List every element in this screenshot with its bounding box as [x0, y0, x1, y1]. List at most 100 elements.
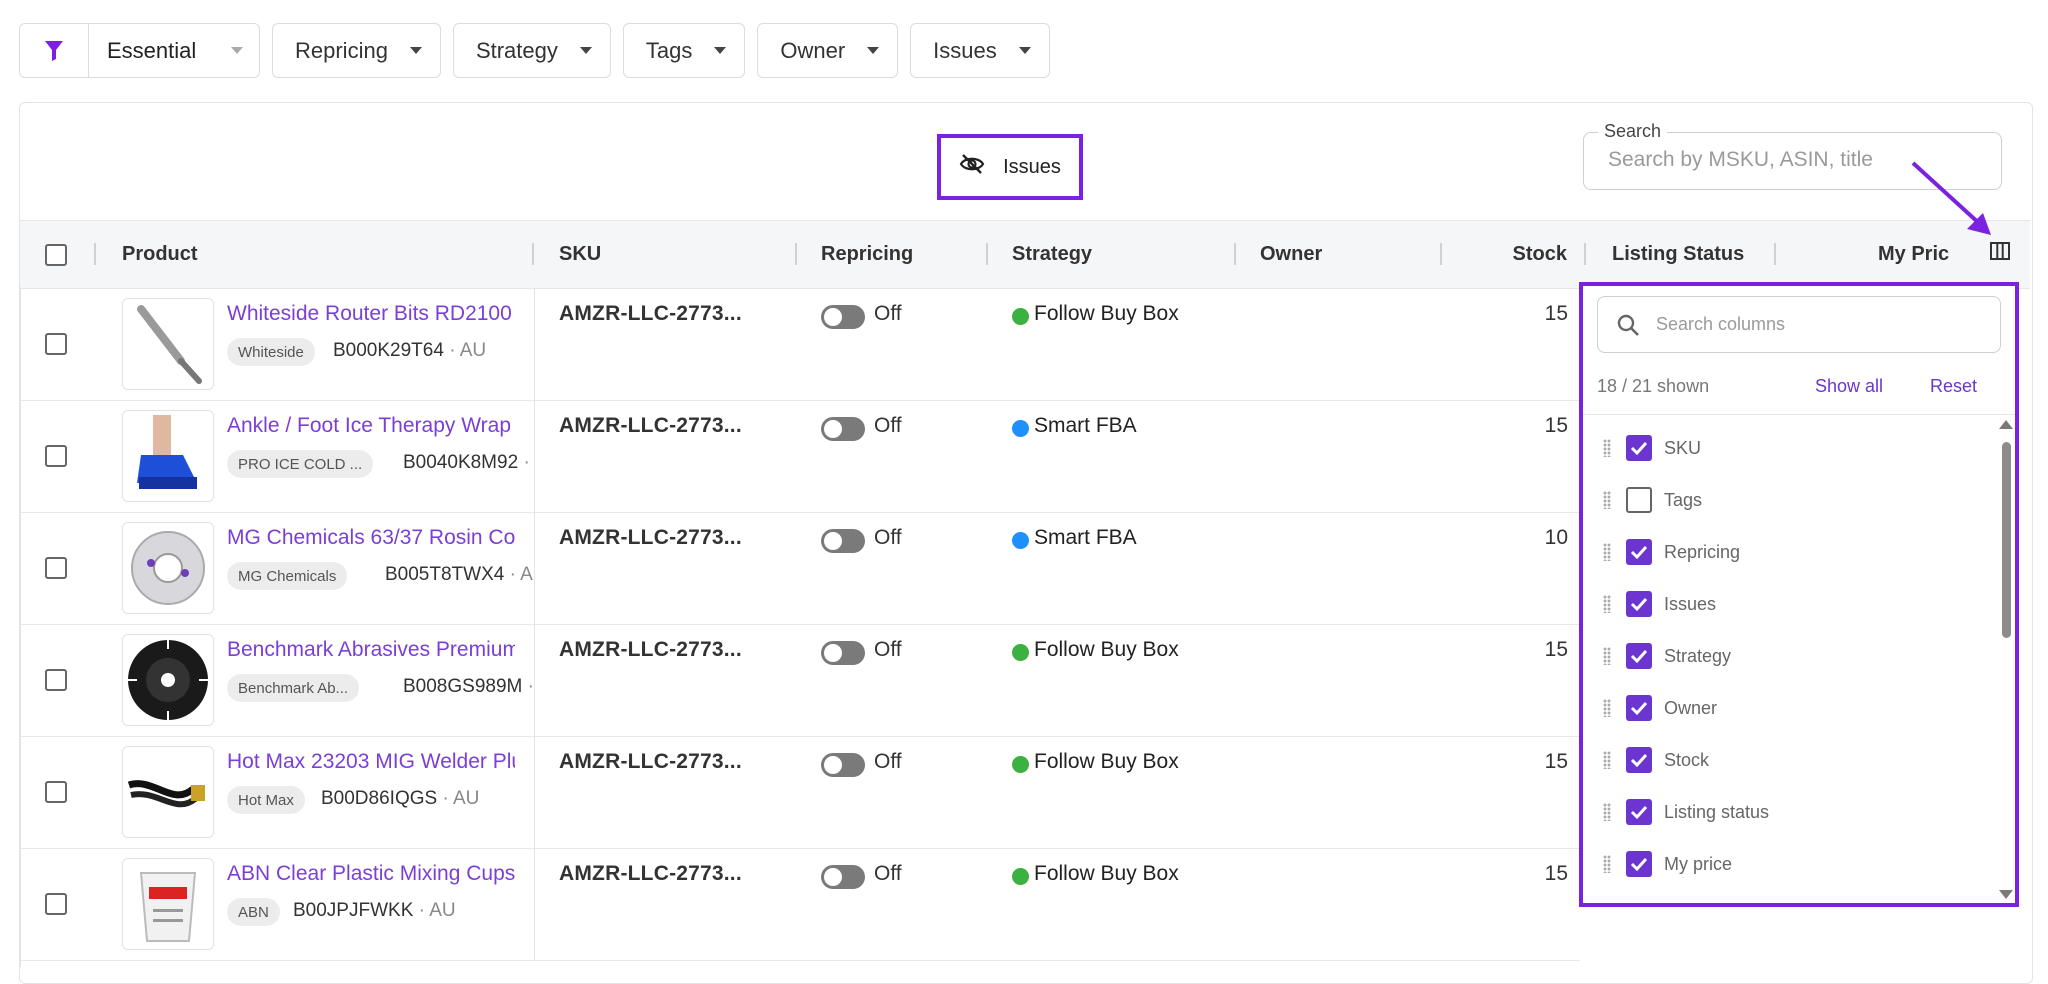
column-option-listing-status[interactable]: Listing status — [1583, 786, 1983, 838]
column-checkbox[interactable] — [1626, 747, 1652, 773]
filter-icon[interactable] — [20, 24, 89, 77]
column-checkbox[interactable] — [1626, 695, 1652, 721]
product-title-link[interactable]: ABN Clear Plastic Mixing Cups — [227, 862, 515, 886]
columns-icon[interactable] — [1990, 242, 2010, 265]
repricing-toggle[interactable] — [821, 417, 865, 441]
table-row[interactable]: Benchmark Abrasives Premium Benchmark Ab… — [20, 624, 1580, 737]
table-row[interactable]: Whiteside Router Bits RD2100 Whiteside B… — [20, 288, 1580, 401]
asin-text: B00D86IQGS · AU — [321, 788, 479, 810]
product-title-link[interactable]: Ankle / Foot Ice Therapy Wrap — [227, 414, 515, 438]
drag-handle-icon[interactable] — [1603, 439, 1611, 457]
repricing-toggle[interactable] — [821, 305, 865, 329]
column-divider[interactable] — [986, 243, 988, 265]
show-all-button[interactable]: Show all — [1815, 376, 1883, 397]
product-title-link[interactable]: Whiteside Router Bits RD2100 — [227, 302, 515, 326]
drag-handle-icon[interactable] — [1603, 699, 1611, 717]
column-divider[interactable] — [1440, 243, 1442, 265]
drag-handle-icon[interactable] — [1603, 803, 1611, 821]
column-checkbox[interactable] — [1626, 643, 1652, 669]
hidden-column-chip[interactable]: Issues — [937, 134, 1083, 200]
strategy-filter-button[interactable]: Strategy — [452, 23, 611, 78]
scroll-down-icon[interactable] — [1999, 890, 2013, 899]
preset-filter[interactable]: Essential — [19, 23, 260, 78]
strategy-text[interactable]: Smart FBA — [1034, 414, 1137, 438]
strategy-text[interactable]: Follow Buy Box — [1034, 862, 1179, 886]
repricing-toggle[interactable] — [821, 753, 865, 777]
scroll-up-icon[interactable] — [1999, 420, 2013, 429]
column-divider[interactable] — [94, 243, 96, 265]
column-header-listing-status[interactable]: Listing Status — [1612, 221, 1744, 288]
strategy-text[interactable]: Follow Buy Box — [1034, 750, 1179, 774]
column-checkbox[interactable] — [1626, 591, 1652, 617]
column-option-my-price[interactable]: My price — [1583, 838, 1983, 890]
row-checkbox[interactable] — [45, 669, 67, 691]
drag-handle-icon[interactable] — [1603, 491, 1611, 509]
select-all-checkbox-wrap[interactable] — [45, 221, 67, 288]
table-row[interactable]: ABN Clear Plastic Mixing Cups ABN B00JPJ… — [20, 848, 1580, 961]
column-option-owner[interactable]: Owner — [1583, 682, 1983, 734]
column-divider[interactable] — [795, 243, 797, 265]
row-checkbox[interactable] — [45, 781, 67, 803]
row-checkbox[interactable] — [45, 445, 67, 467]
filter-bar: Essential Repricing Strategy Tags Owner … — [19, 23, 1050, 80]
column-header-repricing[interactable]: Repricing — [821, 221, 913, 288]
column-header-product[interactable]: Product — [122, 221, 198, 288]
drag-handle-icon[interactable] — [1603, 647, 1611, 665]
row-checkbox[interactable] — [45, 333, 67, 355]
tags-filter-button[interactable]: Tags — [622, 23, 746, 78]
drag-handle-icon[interactable] — [1603, 543, 1611, 561]
reset-button[interactable]: Reset — [1930, 376, 1977, 397]
table-row[interactable]: Hot Max 23203 MIG Welder Plug Hot Max B0… — [20, 736, 1580, 849]
product-thumbnail[interactable] — [122, 746, 214, 838]
drag-handle-icon[interactable] — [1603, 595, 1611, 613]
column-option-stock[interactable]: Stock — [1583, 734, 1983, 786]
column-header-sku[interactable]: SKU — [559, 221, 601, 288]
column-option-sku[interactable]: SKU — [1583, 422, 1983, 474]
select-all-checkbox[interactable] — [45, 243, 67, 266]
preset-select[interactable]: Essential — [89, 24, 259, 77]
repricing-toggle[interactable] — [821, 865, 865, 889]
row-checkbox[interactable] — [45, 893, 67, 915]
column-option-partial[interactable] — [1583, 890, 1983, 901]
product-thumbnail[interactable] — [122, 634, 214, 726]
issues-filter-button[interactable]: Issues — [910, 23, 1050, 78]
owner-filter-button[interactable]: Owner — [757, 23, 899, 78]
column-divider[interactable] — [532, 243, 534, 265]
strategy-text[interactable]: Follow Buy Box — [1034, 638, 1179, 662]
table-row[interactable]: Ankle / Foot Ice Therapy Wrap PRO ICE CO… — [20, 400, 1580, 513]
column-checkbox[interactable] — [1626, 799, 1652, 825]
strategy-text[interactable]: Follow Buy Box — [1034, 302, 1179, 326]
column-option-repricing[interactable]: Repricing — [1583, 526, 1983, 578]
column-checkbox[interactable] — [1626, 435, 1652, 461]
column-checkbox[interactable] — [1626, 539, 1652, 565]
column-option-issues[interactable]: Issues — [1583, 578, 1983, 630]
column-checkbox[interactable] — [1626, 851, 1652, 877]
row-checkbox[interactable] — [45, 557, 67, 579]
column-search-input[interactable] — [1654, 313, 1978, 336]
column-header-owner[interactable]: Owner — [1260, 221, 1322, 288]
drag-handle-icon[interactable] — [1603, 855, 1611, 873]
column-header-strategy[interactable]: Strategy — [1012, 221, 1092, 288]
column-search-field[interactable] — [1597, 296, 2001, 353]
repricing-toggle[interactable] — [821, 529, 865, 553]
column-option-tags[interactable]: Tags — [1583, 474, 1983, 526]
scrollbar-thumb[interactable] — [2002, 442, 2011, 638]
product-title-link[interactable]: MG Chemicals 63/37 Rosin Core — [227, 526, 515, 550]
repricing-filter-button[interactable]: Repricing — [272, 23, 441, 78]
column-option-strategy[interactable]: Strategy — [1583, 630, 1983, 682]
column-checkbox[interactable] — [1626, 487, 1652, 513]
product-thumbnail[interactable] — [122, 298, 214, 390]
product-thumbnail[interactable] — [122, 858, 214, 950]
column-header-stock[interactable]: Stock — [1513, 221, 1567, 288]
product-thumbnail[interactable] — [122, 522, 214, 614]
product-thumbnail[interactable] — [122, 410, 214, 502]
product-title-link[interactable]: Benchmark Abrasives Premium — [227, 638, 515, 662]
column-divider[interactable] — [1584, 243, 1586, 265]
drag-handle-icon[interactable] — [1603, 751, 1611, 769]
repricing-toggle[interactable] — [821, 641, 865, 665]
column-divider[interactable] — [1234, 243, 1236, 265]
strategy-text[interactable]: Smart FBA — [1034, 526, 1137, 550]
column-divider[interactable] — [1774, 243, 1776, 265]
product-title-link[interactable]: Hot Max 23203 MIG Welder Plug — [227, 750, 515, 774]
table-row[interactable]: MG Chemicals 63/37 Rosin Core MG Chemica… — [20, 512, 1580, 625]
